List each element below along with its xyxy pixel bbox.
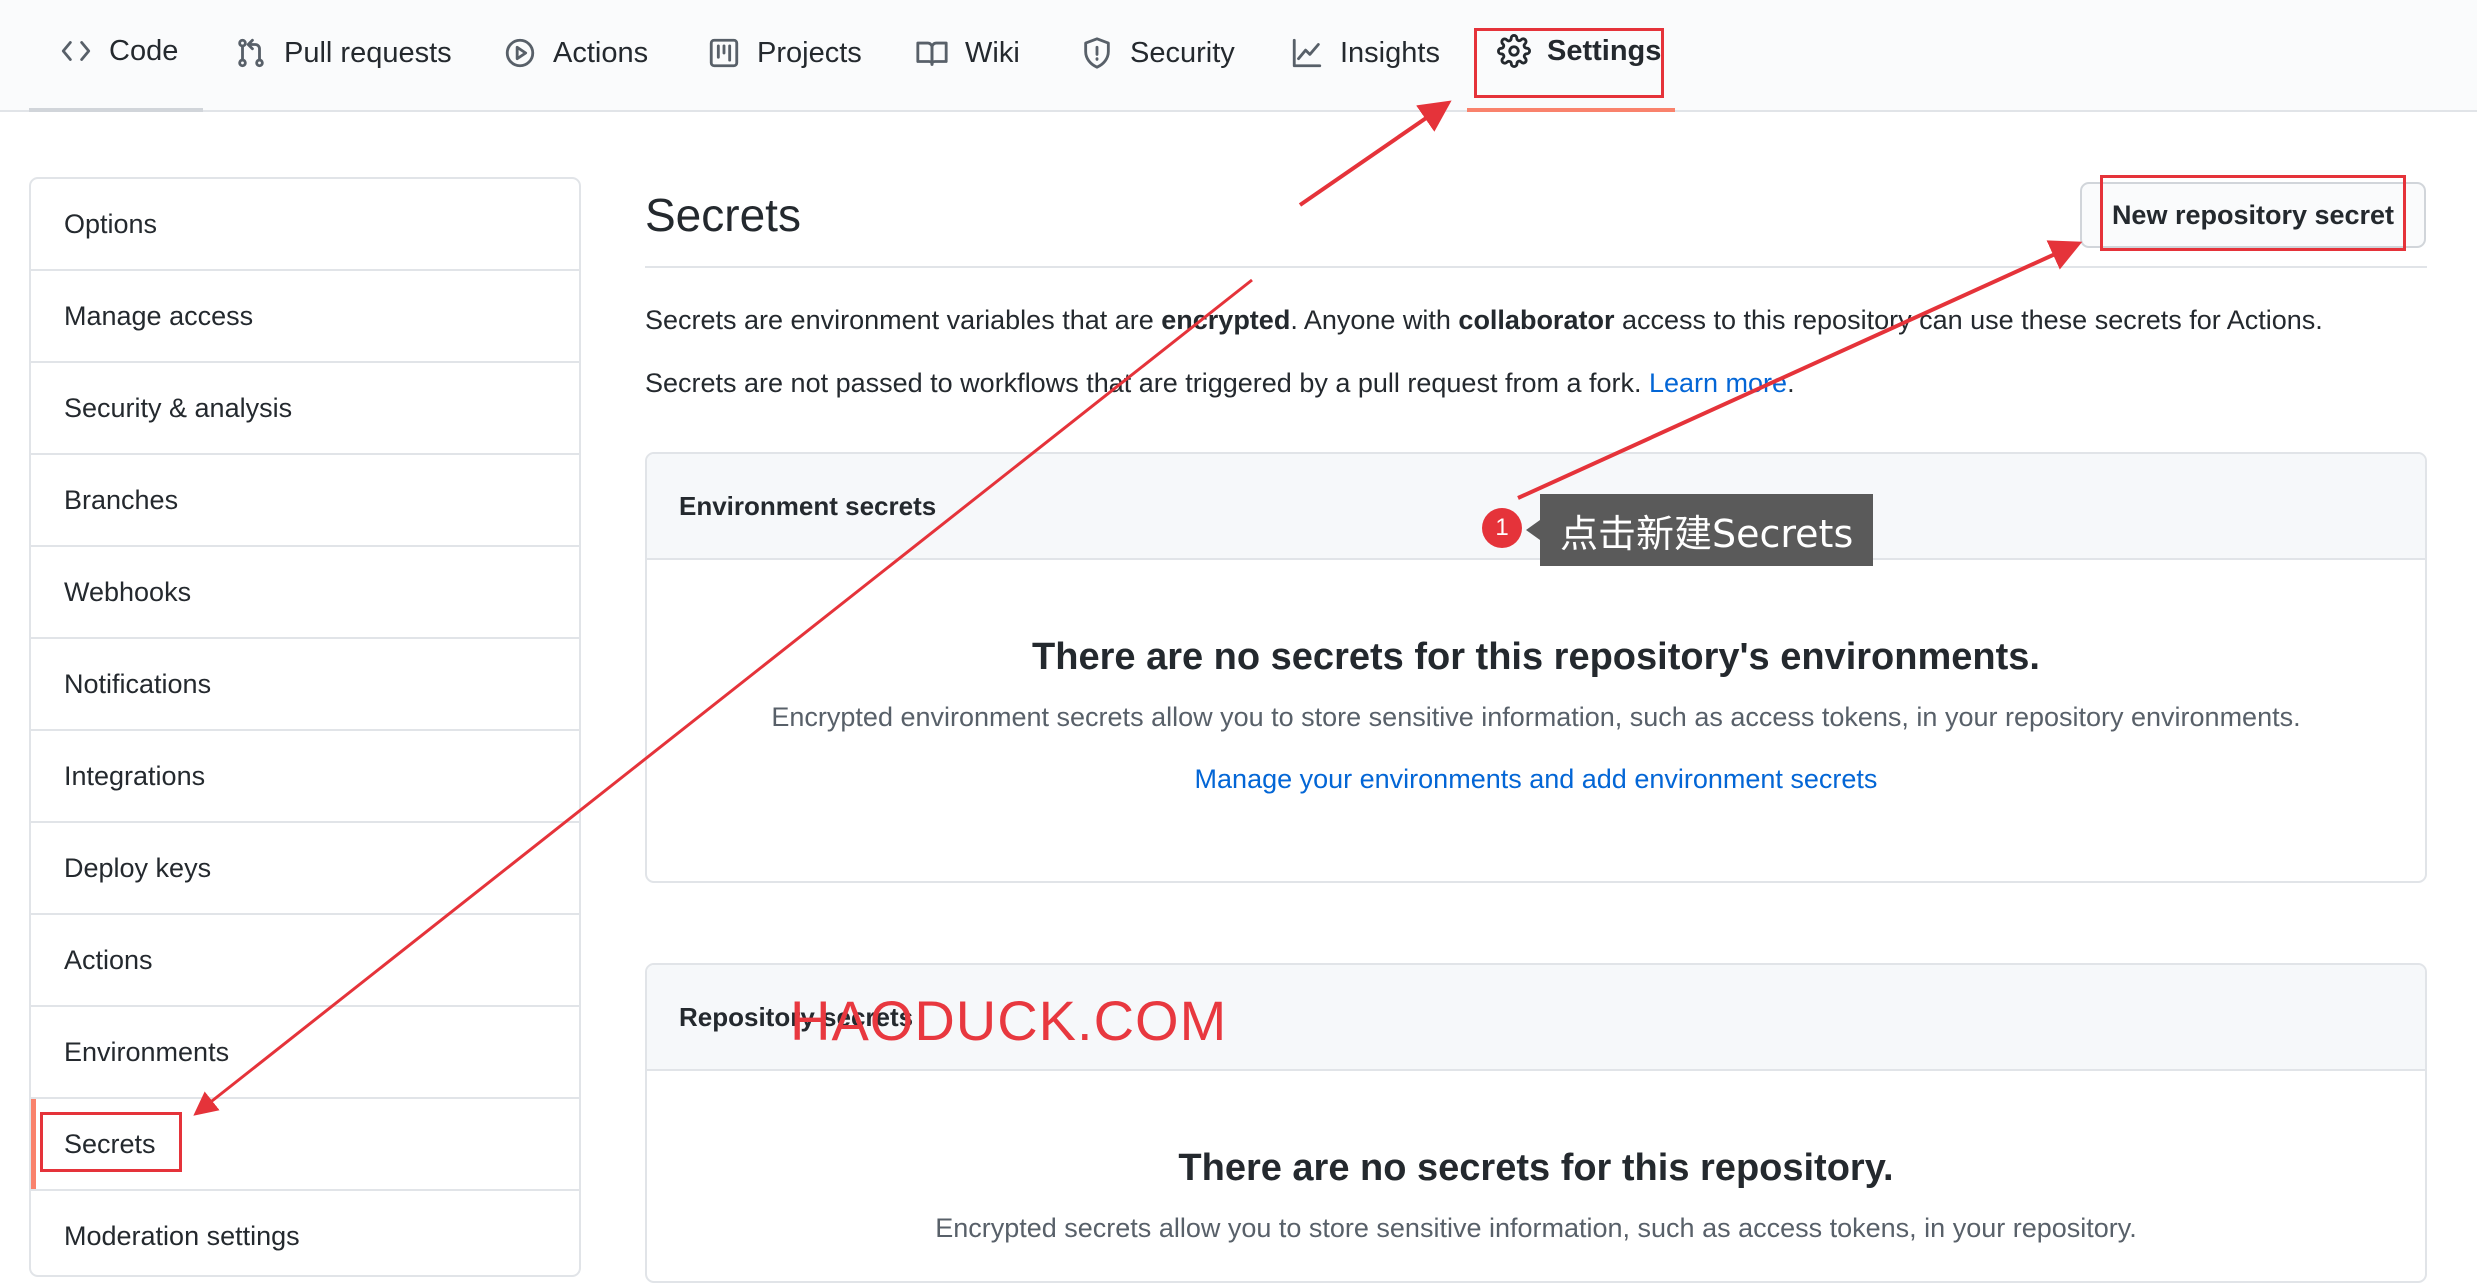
tab-insights[interactable]: Insights [1290, 0, 1440, 112]
tab-security[interactable]: Security [1080, 0, 1235, 112]
tab-label: Pull requests [284, 36, 452, 69]
annotation-tooltip: 点击新建Secrets [1525, 494, 1874, 566]
code-icon [59, 34, 93, 68]
repo-blankslate-title: There are no secrets for this repository… [1178, 1147, 1894, 1189]
sidebar-item-security-analysis[interactable]: Security & analysis [31, 363, 579, 455]
sidebar-item-label: Deploy keys [64, 852, 212, 883]
book-icon [915, 36, 949, 70]
desc-text: Secrets are environment variables that a… [645, 305, 1162, 335]
sidebar-item-deploy-keys[interactable]: Deploy keys [31, 823, 579, 915]
sidebar-item-notifications[interactable]: Notifications [31, 639, 579, 731]
step-number-badge: 1 [1482, 508, 1522, 548]
desc-text: . Anyone with [1290, 305, 1459, 335]
sidebar-item-label: Branches [64, 484, 179, 515]
pull-request-icon [234, 36, 268, 70]
desc-text: . [1787, 368, 1795, 398]
sidebar-item-label: Manage access [64, 300, 254, 331]
sidebar-item-label: Environments [64, 1036, 230, 1067]
title-divider [645, 266, 2427, 268]
sidebar-item-label: Security & analysis [64, 392, 293, 423]
tab-pull-requests[interactable]: Pull requests [234, 0, 452, 112]
env-blankslate-title: There are no secrets for this repository… [1032, 636, 2040, 678]
sidebar-item-options[interactable]: Options [31, 179, 579, 271]
tab-label: Security [1130, 36, 1235, 69]
learn-more-link[interactable]: Learn more [1649, 368, 1787, 398]
sidebar-item-manage-access[interactable]: Manage access [31, 271, 579, 363]
desc-text: access to this repository can use these … [1614, 305, 2323, 335]
tab-label: Code [109, 34, 179, 67]
sidebar-item-branches[interactable]: Branches [31, 455, 579, 547]
repo-nav: Code Pull requests Actions Projects Wiki… [0, 0, 2477, 112]
project-icon [707, 36, 741, 70]
sidebar-item-label: Moderation settings [64, 1220, 300, 1251]
desc-text: Secrets are not passed to workflows that… [645, 368, 1649, 398]
watermark: HAODUCK.COM [790, 989, 1228, 1052]
tab-label: Insights [1340, 36, 1440, 69]
secrets-highlight-box [40, 1112, 182, 1172]
graph-icon [1290, 36, 1324, 70]
environment-secrets-box: Environment secrets There are no secrets… [645, 452, 2427, 883]
sidebar-item-webhooks[interactable]: Webhooks [31, 547, 579, 639]
tab-projects[interactable]: Projects [707, 0, 862, 112]
sidebar-item-label: Notifications [64, 668, 212, 699]
tab-actions[interactable]: Actions [503, 0, 648, 112]
sidebar-item-label: Integrations [64, 760, 206, 791]
tab-wiki[interactable]: Wiki [915, 0, 1020, 112]
tab-label: Wiki [965, 36, 1020, 69]
settings-highlight-box [1474, 28, 1664, 98]
arrow-to-settings [1298, 100, 1452, 207]
tab-label: Actions [553, 36, 649, 69]
sidebar-item-label: Webhooks [64, 576, 192, 607]
repo-blankslate-description: Encrypted secrets allow you to store sen… [935, 1213, 2137, 1243]
page-title: Secrets [645, 189, 801, 241]
tab-label: Projects [757, 36, 862, 69]
sidebar-item-integrations[interactable]: Integrations [31, 731, 579, 823]
fork-note: Secrets are not passed to workflows that… [645, 368, 1795, 399]
env-blankslate-description: Encrypted environment secrets allow you … [771, 702, 2301, 732]
manage-environments-link[interactable]: Manage your environments and add environ… [647, 764, 2425, 795]
tab-code[interactable]: Code [29, 0, 203, 112]
shield-icon [1080, 36, 1114, 70]
desc-bold-encrypted: encrypted [1161, 305, 1291, 335]
sidebar-item-moderation-settings[interactable]: Moderation settings [31, 1191, 579, 1275]
sidebar-item-label: Options [64, 208, 158, 239]
sidebar-item-actions[interactable]: Actions [31, 915, 579, 1007]
sidebar-item-label: Actions [64, 944, 153, 975]
secrets-description: Secrets are environment variables that a… [645, 305, 2323, 336]
sidebar-item-environments[interactable]: Environments [31, 1007, 579, 1099]
environment-secrets-header: Environment secrets [647, 454, 2425, 560]
new-secret-highlight-box [2100, 175, 2406, 251]
play-icon [503, 36, 537, 70]
desc-bold-collaborator: collaborator [1458, 305, 1615, 335]
